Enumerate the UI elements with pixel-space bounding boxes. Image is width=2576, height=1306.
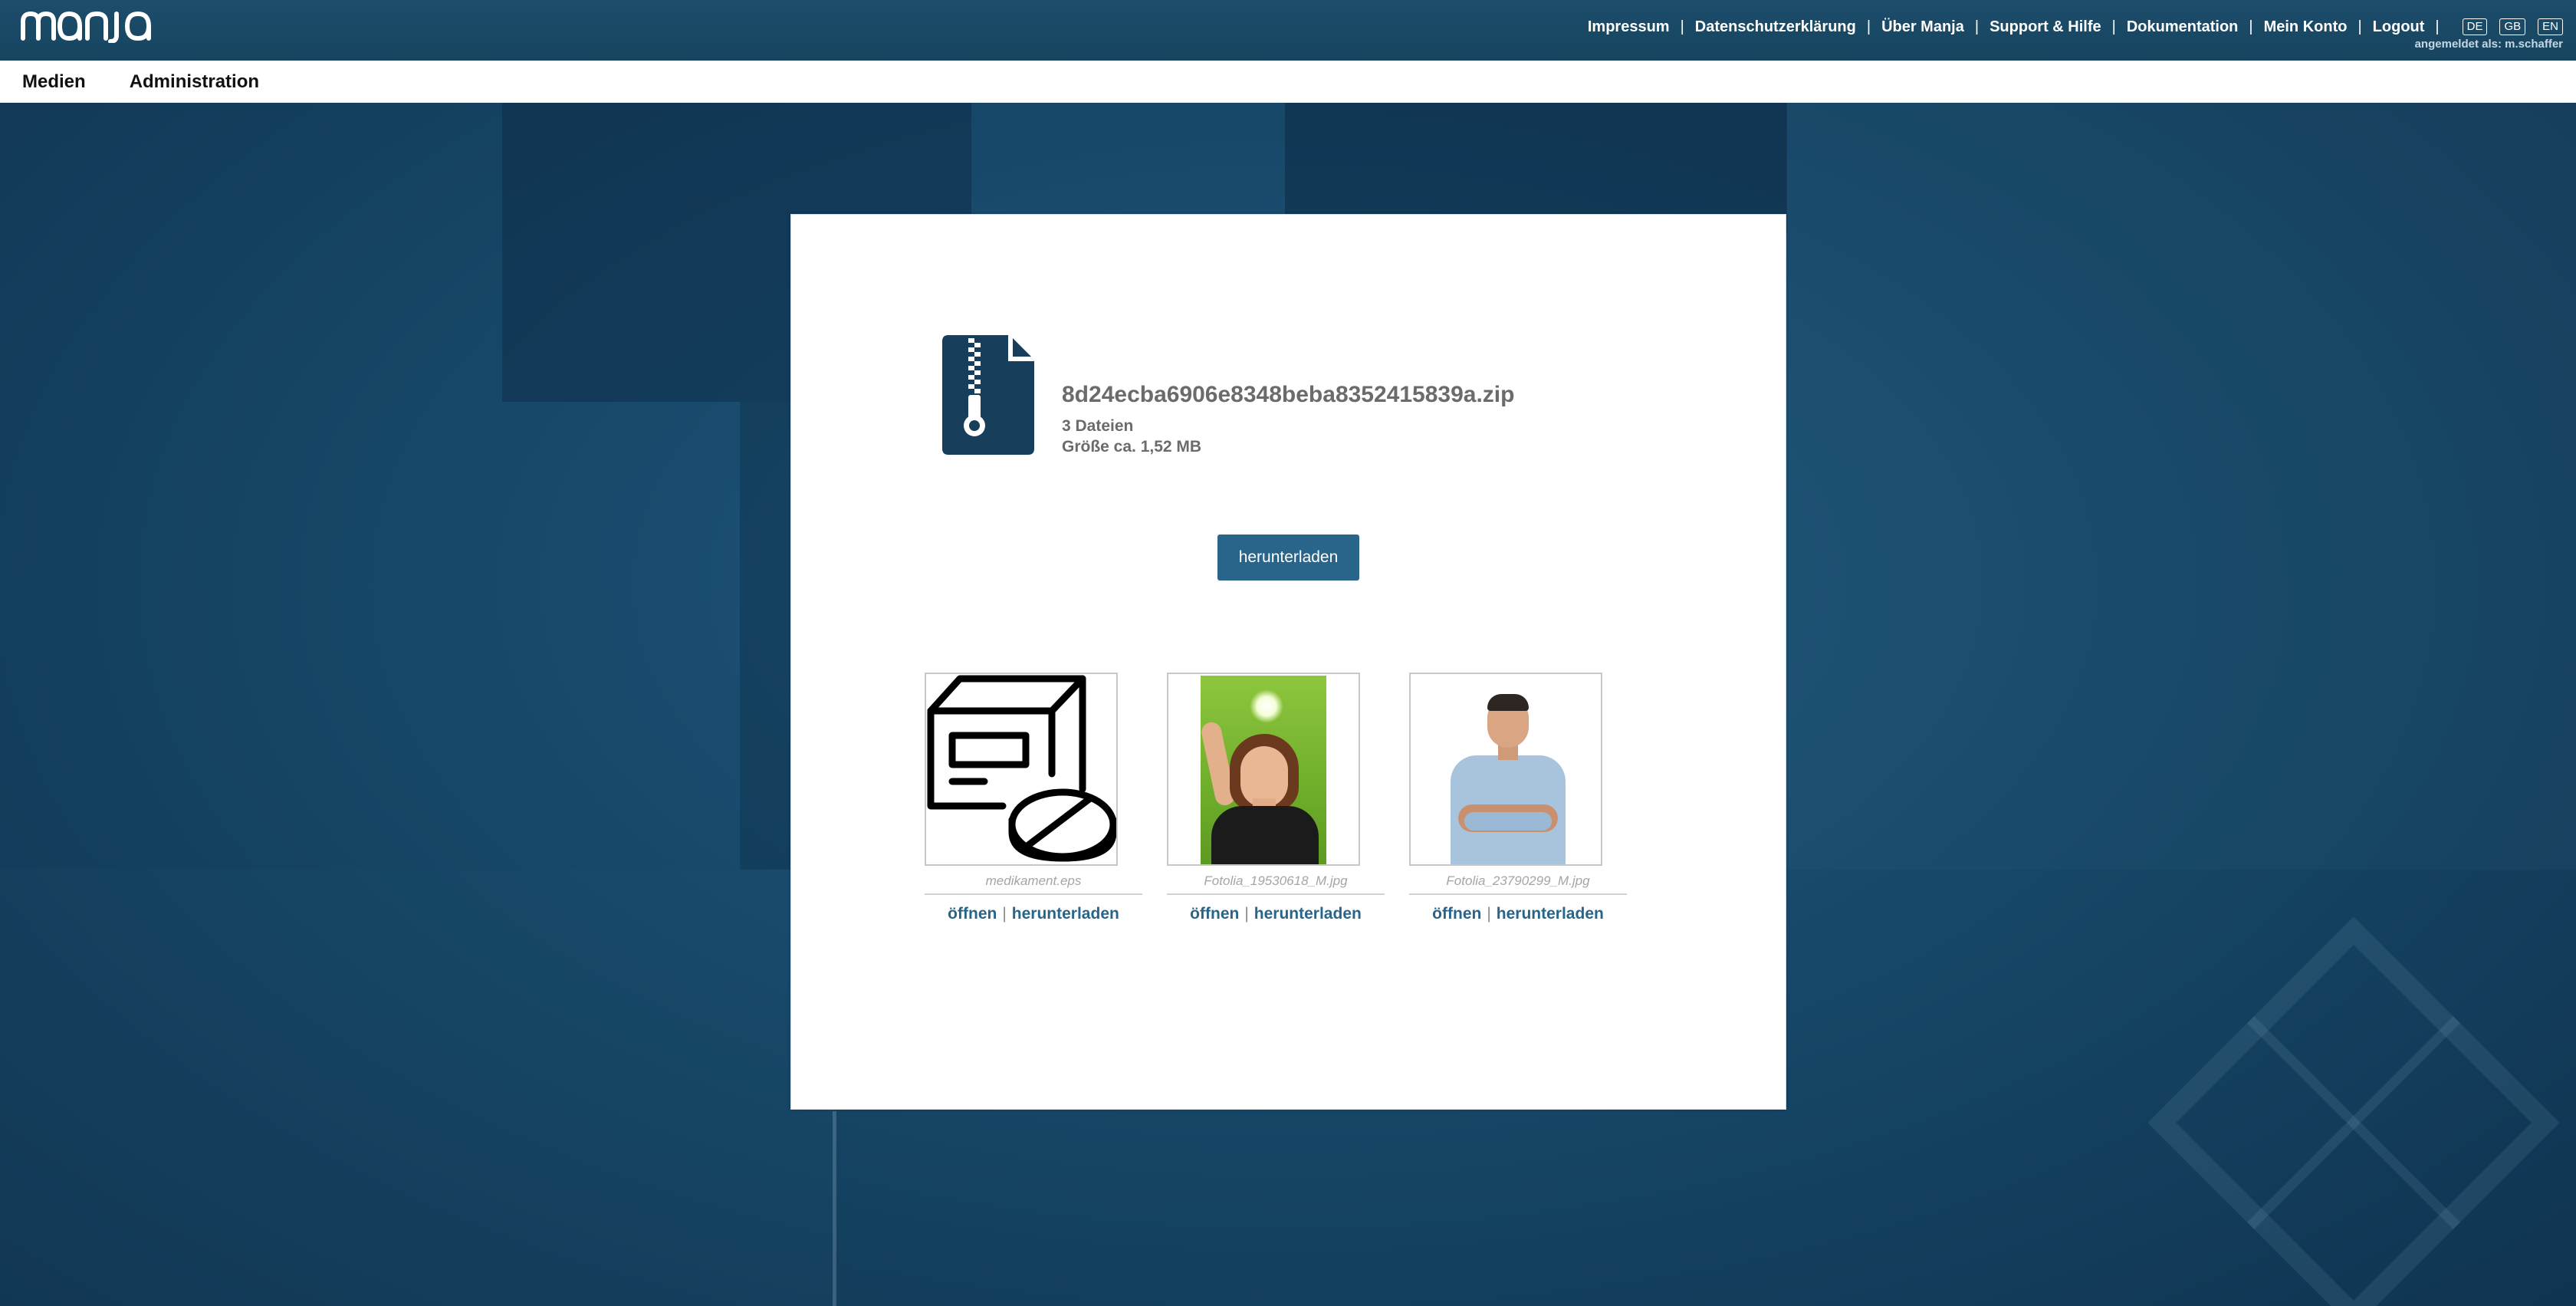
manja-logo[interactable]: manja [20,8,169,43]
file-actions: öffnen | herunterladen [1167,905,1385,923]
nav-separator: | [2249,18,2253,35]
lang-gb-button[interactable]: GB [2499,18,2526,35]
nav-datenschutz[interactable]: Datenschutzerklärung [1695,18,1856,36]
pipe-separator: | [1487,905,1491,923]
pipe-separator: | [1002,905,1007,923]
nav-ueber-manja[interactable]: Über Manja [1881,18,1964,36]
zip-file-icon [942,335,1034,455]
photo-hair [1487,694,1529,711]
file-list: medikament.eps öffnen | herunterladen Foto… [925,673,1676,933]
top-navigation: Impressum | Datenschutzerklärung | Über … [1588,17,2563,37]
nav-separator: | [2358,18,2362,35]
download-card: 8d24ecba6906e8348beba8352415839a.zip 3 D… [790,214,1786,1110]
photo-body [1211,806,1319,864]
secondary-navigation: Medien Administration [0,61,2576,103]
nav-impressum[interactable]: Impressum [1588,18,1670,36]
zip-filename: 8d24ecba6906e8348beba8352415839a.zip [1062,382,1515,407]
top-bar: manja Impressum | Datenschutzerklärung |… [0,0,2576,61]
nav-separator: | [2435,18,2440,35]
photo-sleeves [1464,812,1552,831]
file-name: medikament.eps [985,873,1082,888]
lightbulb-glow [1250,689,1283,723]
pipe-separator: | [1244,905,1249,923]
menu-medien[interactable]: Medien [22,71,86,93]
download-link[interactable]: herunterladen [1497,905,1604,923]
file-actions: öffnen | herunterladen [925,905,1142,923]
bg-tile [0,870,836,1306]
nav-separator: | [1974,18,1980,35]
file-thumbnail[interactable] [925,673,1118,866]
menu-administration[interactable]: Administration [130,71,259,93]
divider [1167,893,1385,895]
file-thumbnail[interactable] [1409,673,1602,866]
open-link[interactable]: öffnen [948,905,997,923]
file-name: Fotolia_23790299_M.jpg [1446,873,1590,888]
bg-pole [833,1111,836,1306]
download-link[interactable]: herunterladen [1254,905,1362,923]
logged-in-user: angemeldet als: m.schaffer [2414,38,2563,51]
lang-de-button[interactable]: DE [2462,18,2488,35]
nav-separator: | [1680,18,1684,35]
bg-tile [1786,103,2576,870]
divider [925,893,1142,895]
nav-logout[interactable]: Logout [2373,18,2425,36]
nav-separator: | [2111,18,2116,35]
open-link[interactable]: öffnen [1432,905,1481,923]
woman-lightbulb-photo [1199,676,1326,864]
nav-mein-konto[interactable]: Mein Konto [2264,18,2348,36]
manja-logo-graphic: manja [21,12,151,43]
divider [1409,893,1627,895]
file-size: Größe ca. 1,52 MB [1062,438,1202,456]
file-name: Fotolia_19530618_M.jpg [1204,873,1348,888]
file-actions: öffnen | herunterladen [1409,905,1627,923]
nav-separator: | [1866,18,1871,35]
file-thumbnail[interactable] [1167,673,1360,866]
bg-diamond-structure [2147,916,2560,1306]
nav-dokumentation[interactable]: Dokumentation [2127,18,2239,36]
download-all-button[interactable]: herunterladen [1217,535,1359,581]
open-link[interactable]: öffnen [1190,905,1239,923]
medication-box-pill-icon [927,675,1116,862]
man-crossed-arms-photo [1411,674,1601,864]
download-link[interactable]: herunterladen [1012,905,1119,923]
lang-en-button[interactable]: EN [2538,18,2563,35]
nav-support[interactable]: Support & Hilfe [1990,18,2101,36]
file-count: 3 Dateien [1062,417,1134,435]
